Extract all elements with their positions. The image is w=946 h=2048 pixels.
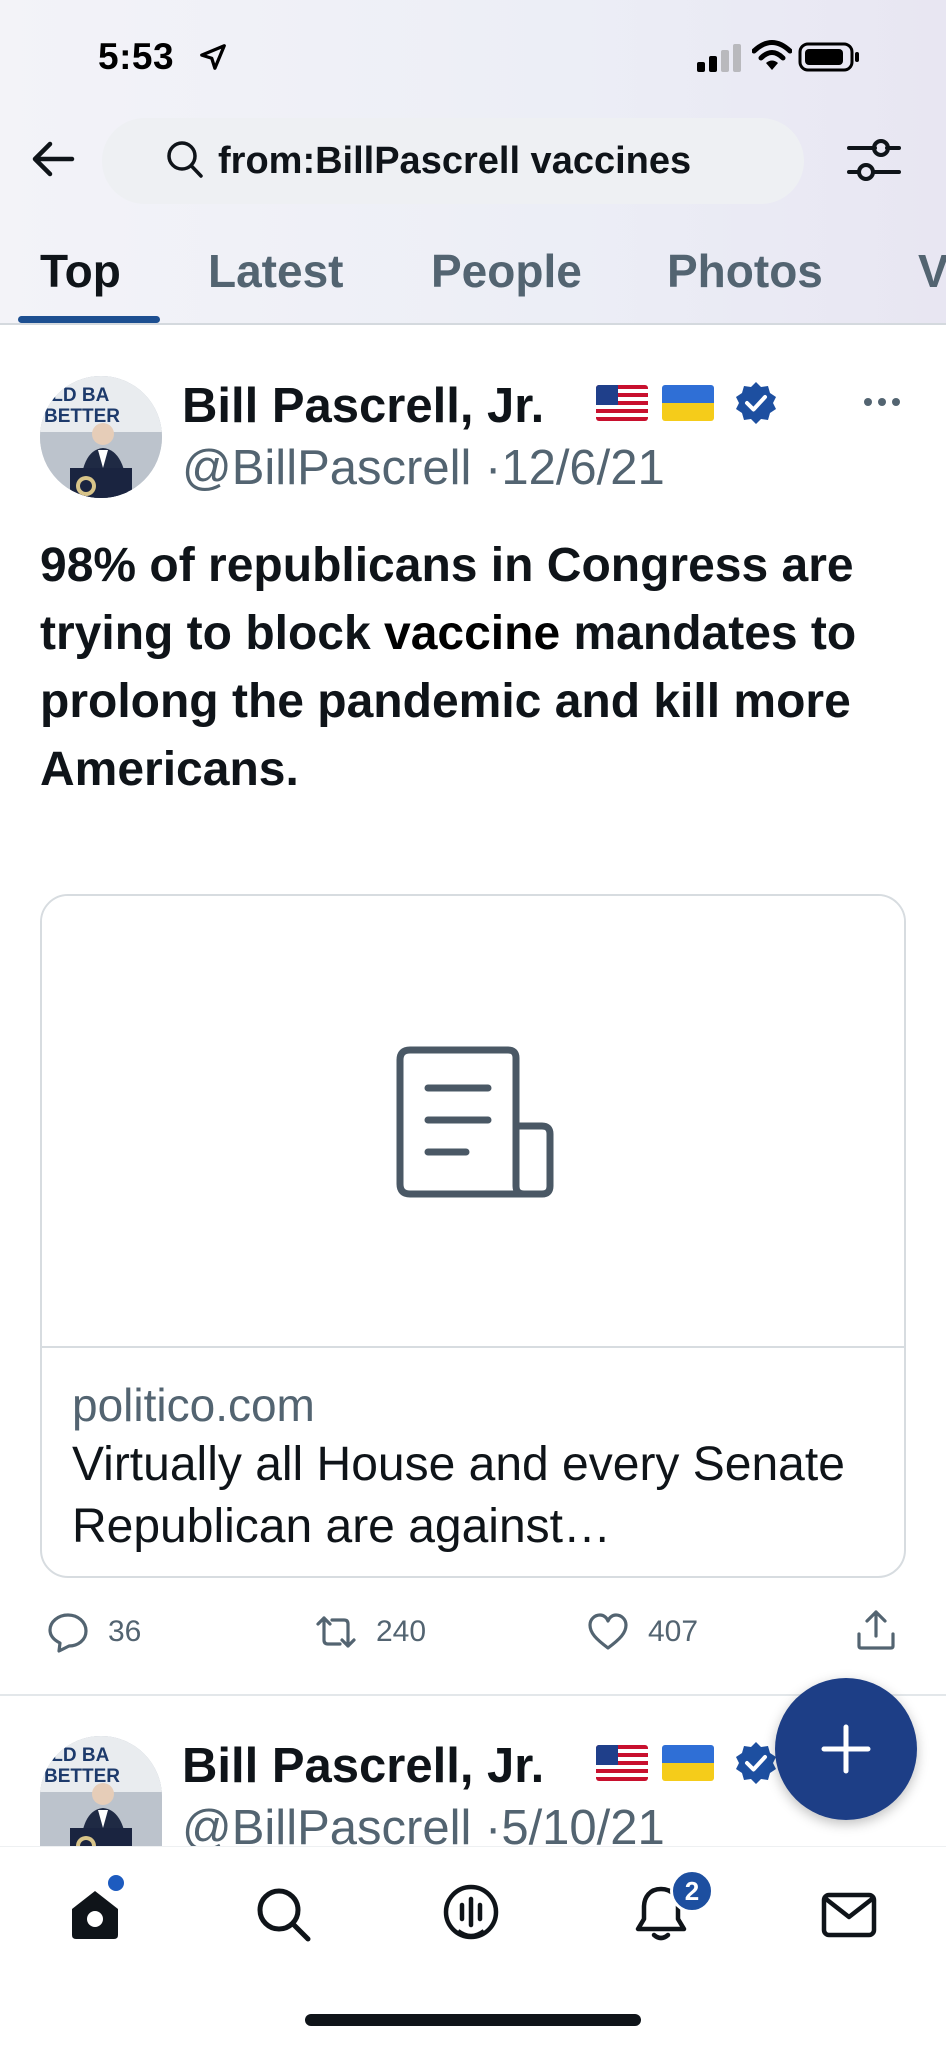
verified-badge-icon	[736, 1742, 776, 1784]
home-icon[interactable]	[64, 1883, 126, 1945]
notification-count-badge: 2	[670, 1869, 714, 1913]
avatar[interactable]: ILD BA BETTER	[40, 1736, 162, 1846]
tweet[interactable]: ILD BA BETTER Bill Pascrell, Jr. @BillPa…	[0, 0, 946, 1855]
avatar-image: ILD BA BETTER	[40, 1736, 162, 1846]
plus-icon	[821, 1724, 871, 1774]
messages-envelope-icon[interactable]	[818, 1883, 880, 1945]
svg-text:ILD BA: ILD BA	[46, 1745, 110, 1766]
ukraine-flag-icon	[662, 1745, 714, 1781]
us-flag-icon	[596, 1745, 648, 1781]
home-indicator-bar	[305, 2014, 641, 2026]
svg-text:BETTER: BETTER	[44, 1766, 120, 1787]
search-nav-icon[interactable]	[252, 1883, 314, 1945]
spaces-icon[interactable]	[440, 1883, 502, 1945]
compose-tweet-button[interactable]	[775, 1678, 917, 1820]
home-unread-dot	[108, 1875, 124, 1891]
display-name[interactable]: Bill Pascrell, Jr.	[182, 1738, 544, 1794]
